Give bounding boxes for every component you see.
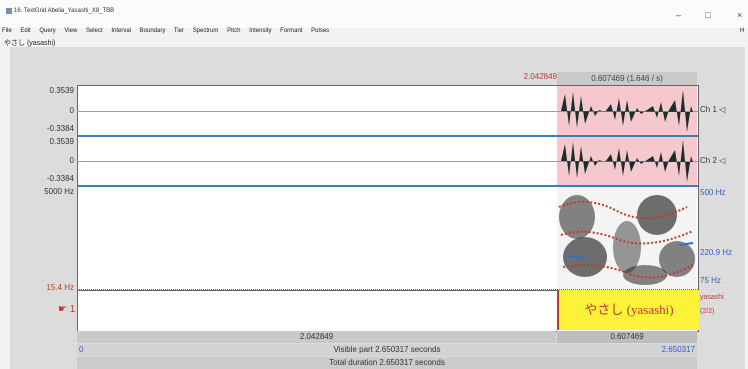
right-segment-duration[interactable]: 0.607469 (557, 331, 697, 343)
menu-view[interactable]: View (64, 28, 77, 34)
menu-file[interactable]: File (2, 28, 12, 34)
menu-formant[interactable]: Formant (280, 28, 302, 34)
ch2-zero-label: 0 (69, 156, 74, 165)
menu-intensity[interactable]: Intensity (249, 28, 271, 34)
ch2-min-label: -0.3384 (46, 174, 74, 183)
ch1-min-label: -0.3384 (46, 124, 74, 133)
visible-part-label: Visible part 2.650317 seconds (333, 345, 441, 354)
channel-1-waveform (561, 90, 693, 132)
menu-query[interactable]: Query (39, 28, 55, 34)
tier-arrow-icon: ☛ (58, 304, 67, 315)
pitch-mid-label: 220.9 Hz (700, 248, 733, 257)
menu-interval[interactable]: Interval (111, 28, 131, 34)
maximize-button[interactable]: □ (705, 10, 710, 20)
menu-pitch[interactable]: Pitch (227, 28, 240, 34)
ch2-max-label: 0.3539 (49, 137, 74, 146)
waveform-graphics (561, 90, 693, 182)
menu-bar: File Edit Query View Select Interval Bou… (0, 28, 748, 38)
menu-spectrum[interactable]: Spectrum (193, 28, 219, 34)
selection-duration[interactable]: 0.607469 (1.646 / s) (557, 72, 697, 85)
channel-2-label[interactable]: Ch 2 ◁ (700, 156, 725, 165)
pitch-top-label: 500 Hz (700, 188, 726, 197)
channel-2-waveform (561, 140, 693, 182)
menu-edit[interactable]: Edit (20, 28, 30, 34)
close-button[interactable]: × (737, 10, 742, 20)
pitch-bottom-label: 75 Hz (700, 276, 721, 285)
praat-app-icon (6, 8, 12, 14)
minimize-button[interactable]: – (676, 10, 681, 20)
ch1-zero-label: 0 (69, 106, 74, 115)
mute-icon[interactable]: ◁ (719, 105, 725, 114)
selection-start-time: 2.042849 (523, 72, 557, 81)
mute-icon[interactable]: ◁ (719, 156, 725, 165)
visible-end-time: 2.650317 (661, 345, 695, 354)
spectrogram-top-frequency: 5000 Hz (44, 187, 74, 196)
menu-help[interactable]: H (740, 28, 744, 34)
window-title: 16. TextGrid Abelia_Yasashi_X8_TBB (14, 8, 115, 14)
left-segment-duration[interactable]: 2.042849 (77, 331, 556, 343)
total-duration-bar[interactable]: Total duration 2.650317 seconds (77, 357, 697, 369)
cursor-frequency-label: 15.4 Hz (46, 283, 74, 292)
menu-boundary[interactable]: Boundary (140, 28, 166, 34)
visible-part-bar[interactable]: 0 Visible part 2.650317 seconds 2.650317 (77, 344, 697, 356)
tier-name: yasashi (700, 294, 724, 301)
tier-interval[interactable]: やさし (yasashi) (557, 290, 699, 330)
ch1-max-label: 0.3539 (49, 86, 74, 95)
menu-tier[interactable]: Tier (174, 28, 184, 34)
tier-number[interactable]: ☛ 1 (58, 304, 75, 315)
spectrogram (557, 187, 697, 289)
tier-interval-count: (2/2) (700, 308, 715, 315)
menu-select[interactable]: Select (86, 28, 103, 34)
title-bar (0, 0, 748, 28)
channel-1-label[interactable]: Ch 1 ◁ (700, 105, 725, 114)
menu-pulses[interactable]: Pulses (311, 28, 329, 34)
